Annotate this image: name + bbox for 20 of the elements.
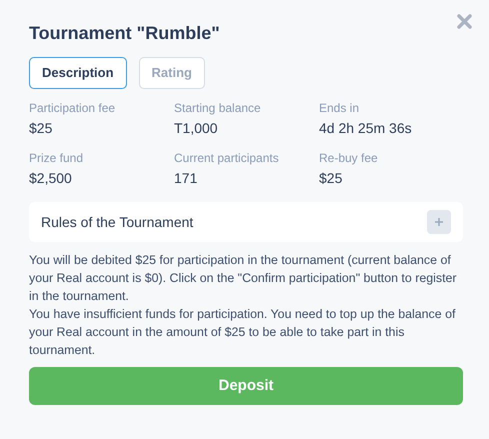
close-icon[interactable] <box>457 14 472 29</box>
rules-title: Rules of the Tournament <box>41 212 194 232</box>
info-paragraph: You have insufficient funds for participation. You need to top up the balance of your Real account in the amount of $25 to be able to take part in this tournament. <box>29 306 456 359</box>
stat-value: $2,500 <box>29 169 73 188</box>
stat-label: Ends in <box>319 100 360 116</box>
stat-label: Current participants <box>174 150 280 166</box>
stat-label: Prize fund <box>29 150 84 166</box>
tab[interactable]: Description <box>29 57 127 89</box>
stat-label: Starting balance <box>174 100 262 116</box>
plus-icon[interactable] <box>427 210 451 234</box>
stat-value: T1,000 <box>174 119 219 138</box>
stat-label: Participation fee <box>29 100 116 116</box>
stat-value: $25 <box>319 169 344 188</box>
dialog-title: Tournament "Rumble" <box>29 22 221 44</box>
info-paragraph: You will be debited $25 for participation in the tournament (current balance of your Real account is $0). Click on the "Confirm participation" button to register in the tournament. <box>29 252 458 305</box>
stat-value: 171 <box>174 169 198 188</box>
rules-accordion[interactable]: Rules of the Tournament <box>29 202 463 242</box>
stat-value: $25 <box>29 119 54 138</box>
stat-label: Re-buy fee <box>319 150 379 166</box>
stat-value: 4d 2h 25m 36s <box>319 119 413 138</box>
